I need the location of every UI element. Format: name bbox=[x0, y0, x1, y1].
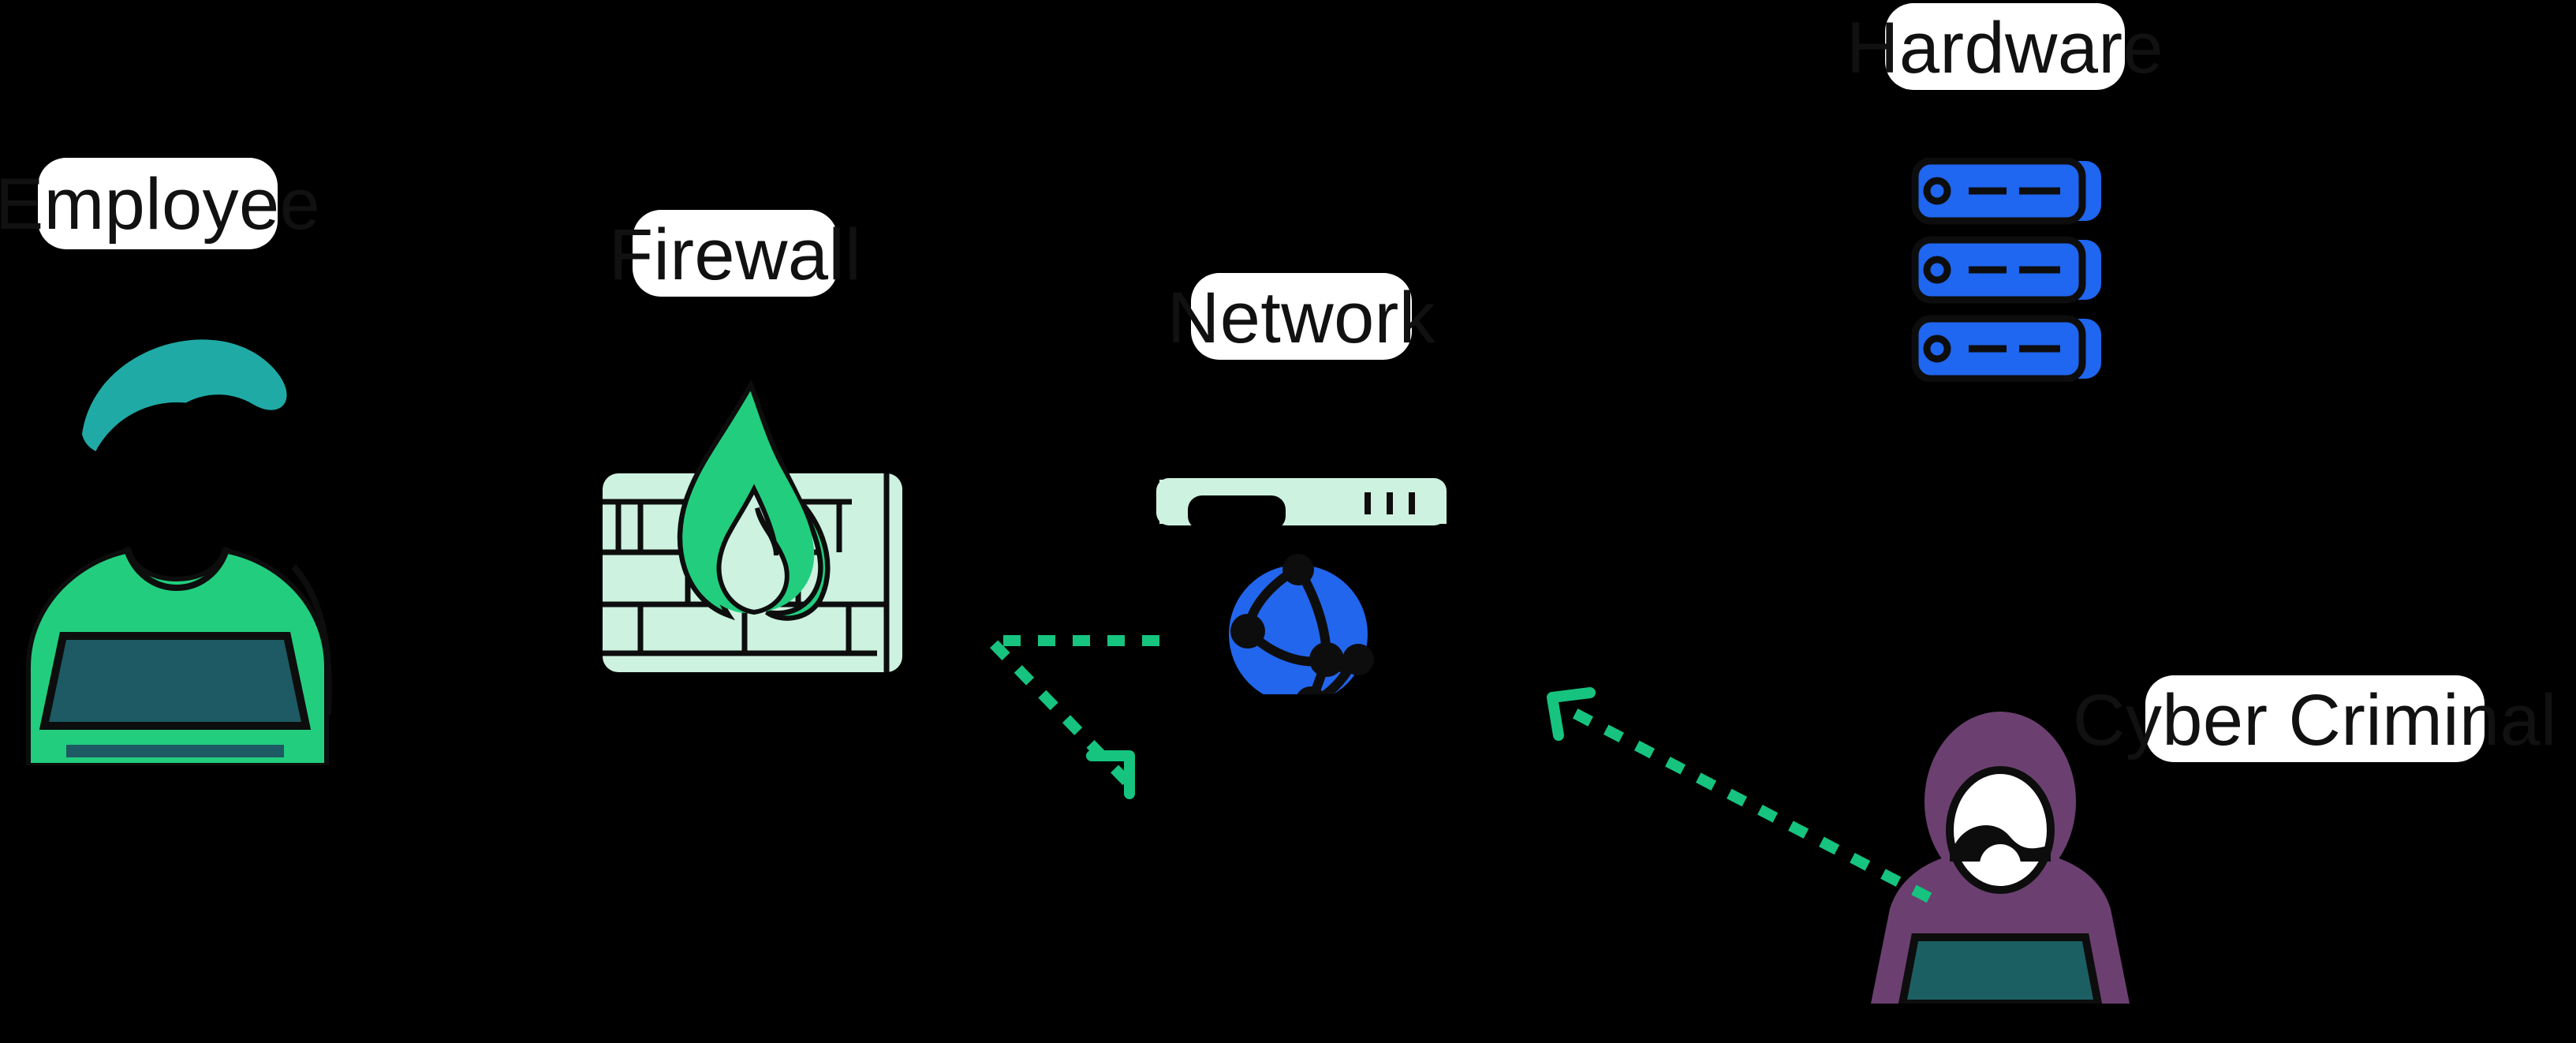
node-label-firewall-text: Firewall bbox=[608, 212, 862, 294]
network-router-globe-icon bbox=[1156, 442, 1447, 694]
employee-person-laptop-icon bbox=[16, 308, 339, 765]
node-label-employee-text: Employee bbox=[0, 163, 321, 245]
node-label-employee: Employee bbox=[0, 158, 320, 249]
node-label-hardware: Hardware bbox=[1846, 3, 2163, 90]
firewall-brick-flame-icon bbox=[599, 376, 909, 679]
node-label-hardware-text: Hardware bbox=[1846, 6, 2164, 88]
hacker-hooded-laptop-icon bbox=[1858, 710, 2142, 1004]
server-rack-icon bbox=[1909, 158, 2111, 382]
node-label-cyber-criminal-text: Cyber Criminal bbox=[2073, 678, 2557, 760]
diagram-canvas: Employee Firewall Network Hardware Cyber… bbox=[0, 0, 2576, 1043]
node-label-firewall: Firewall bbox=[609, 210, 861, 297]
node-label-network-text: Network bbox=[1167, 275, 1436, 357]
node-label-network: Network bbox=[1167, 273, 1435, 360]
node-label-cyber-criminal: Cyber Criminal bbox=[2073, 675, 2557, 762]
